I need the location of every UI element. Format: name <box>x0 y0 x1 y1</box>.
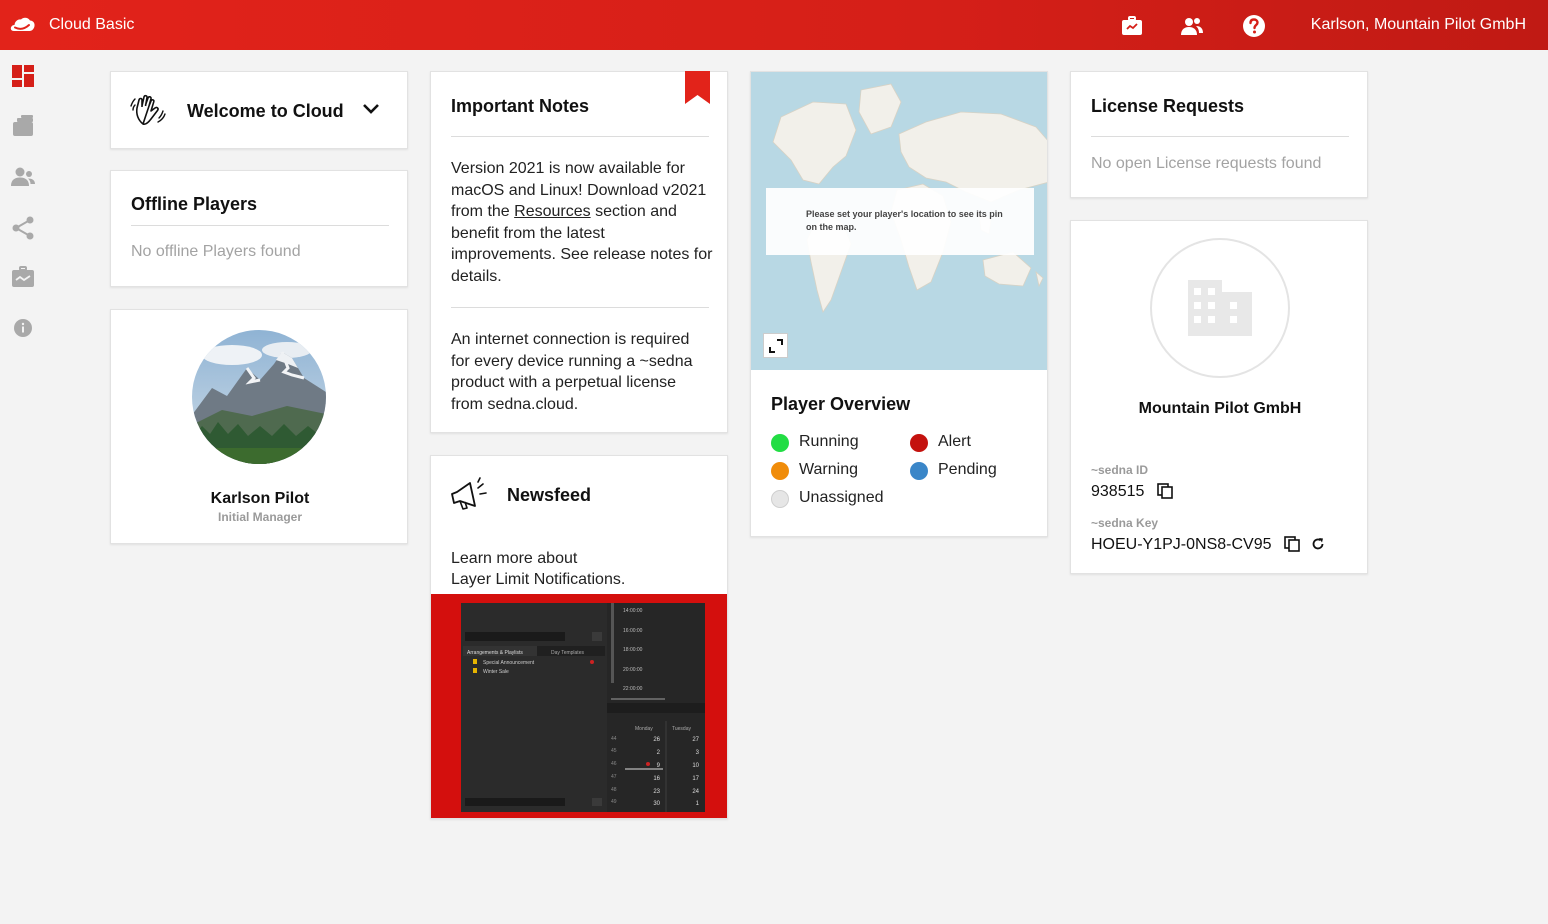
shot-date: 23 <box>653 789 660 795</box>
fullscreen-button[interactable] <box>763 333 788 358</box>
profile-name: Karlson Pilot <box>210 490 310 507</box>
status-dot-alert <box>910 434 928 452</box>
status-dot-unassigned <box>771 490 789 508</box>
divider <box>131 225 389 226</box>
briefcase-icon[interactable] <box>1120 14 1144 38</box>
help-icon[interactable] <box>1242 14 1266 38</box>
megaphone-icon <box>451 477 487 510</box>
app-screenshot: Arrangements & Playlists Day Templates S… <box>461 603 705 812</box>
shot-week: 48 <box>611 787 617 793</box>
shot-week: 46 <box>611 761 617 767</box>
sedna-key-value: HOEU-Y1PJ-0NS8-CV95 <box>1091 536 1272 553</box>
users-icon[interactable] <box>1180 14 1204 38</box>
license-requests-empty: No open License requests found <box>1091 155 1322 172</box>
resources-link[interactable]: Resources <box>514 203 590 220</box>
toolbox-icon[interactable] <box>11 265 35 289</box>
offline-players-card: Offline Players No offline Players found <box>110 170 408 287</box>
offline-players-empty: No offline Players found <box>131 243 301 260</box>
users-icon[interactable] <box>11 164 35 188</box>
bookmark-icon <box>685 71 710 104</box>
note-paragraph-1: Version 2021 is now available for macOS … <box>451 158 713 288</box>
player-overview-card: Please set your player's location to see… <box>750 71 1048 537</box>
shot-week: 47 <box>611 774 617 780</box>
important-notes-card: Important Notes Version 2021 is now avai… <box>430 71 728 433</box>
shot-date: 26 <box>653 737 660 743</box>
shot-date: 30 <box>653 801 660 807</box>
shot-week: 49 <box>611 799 617 805</box>
top-bar: Cloud Basic Karlson, Mountain Pilot GmbH <box>0 0 1548 50</box>
shot-item: Special Announcement <box>483 660 535 666</box>
status-dot-warning <box>771 462 789 480</box>
sedna-id-value: 938515 <box>1091 483 1145 500</box>
newsfeed-card[interactable]: Newsfeed Learn more about Layer Limit No… <box>430 455 728 819</box>
newsfeed-line-2: Layer Limit Notifications. <box>451 571 626 588</box>
shot-day: Tuesday <box>672 726 691 732</box>
offline-players-title: Offline Players <box>131 194 258 214</box>
shot-day: Monday <box>635 726 653 732</box>
profile-card: Karlson Pilot Initial Manager <box>110 309 408 544</box>
newsfeed-line-1: Learn more about <box>451 550 578 567</box>
legend-label: Alert <box>938 433 971 450</box>
copy-icon[interactable] <box>1284 536 1300 552</box>
divider <box>451 136 709 137</box>
license-requests-title: License Requests <box>1091 96 1245 116</box>
company-name: Mountain Pilot GmbH <box>1138 400 1302 417</box>
tab-arrangements: Arrangements & Playlists <box>467 650 523 656</box>
map-message-box: Please set your player's location to see… <box>766 188 1034 255</box>
shot-time: 20:00:00 <box>623 667 643 673</box>
expand-icon <box>769 339 783 353</box>
building-icon <box>1188 280 1252 336</box>
newsfeed-title: Newsfeed <box>507 485 592 505</box>
shot-time: 18:00:00 <box>623 647 643 653</box>
shot-week: 45 <box>611 748 617 754</box>
player-overview-title: Player Overview <box>771 394 911 414</box>
shot-week: 44 <box>611 736 617 742</box>
shot-item: Winter Sale <box>483 669 509 675</box>
shot-date: 10 <box>692 763 699 769</box>
info-icon[interactable] <box>11 316 35 340</box>
company-card: Mountain Pilot GmbH ~sedna ID 938515 ~se… <box>1070 220 1368 574</box>
app-title[interactable]: Cloud Basic <box>49 16 134 34</box>
license-requests-card: License Requests No open License request… <box>1070 71 1368 198</box>
shot-time: 16:00:00 <box>623 628 643 634</box>
shot-date: 27 <box>692 737 699 743</box>
user-menu[interactable]: Karlson, Mountain Pilot GmbH <box>1311 16 1526 34</box>
note-paragraph-2: An internet connection is required for e… <box>451 331 693 413</box>
map-message: Please set your player's location to see… <box>806 209 1003 232</box>
shot-time: 14:00:00 <box>623 608 643 614</box>
legend-label: Running <box>799 433 859 450</box>
shot-date: 24 <box>692 789 699 795</box>
copy-icon[interactable] <box>1157 483 1173 499</box>
avatar[interactable] <box>192 330 326 464</box>
dashboard-icon[interactable] <box>11 64 35 88</box>
refresh-icon[interactable] <box>1311 537 1325 551</box>
important-notes-title: Important Notes <box>451 96 590 116</box>
legend-label: Warning <box>799 461 858 478</box>
divider <box>451 307 709 308</box>
profile-role: Initial Manager <box>217 510 303 524</box>
legend-label: Unassigned <box>799 489 884 506</box>
chevron-down-icon[interactable] <box>363 102 379 116</box>
divider <box>1091 136 1349 137</box>
shot-date: 16 <box>653 776 660 782</box>
status-dot-running <box>771 434 789 452</box>
shot-date: 17 <box>692 776 699 782</box>
shot-time: 22:00:00 <box>623 686 643 692</box>
welcome-title: Welcome to Cloud <box>187 101 344 121</box>
status-dot-pending <box>910 462 928 480</box>
newsfeed-image[interactable]: Arrangements & Playlists Day Templates S… <box>431 594 727 818</box>
tab-day-templates: Day Templates <box>551 650 584 656</box>
share-icon[interactable] <box>11 216 35 240</box>
sedna-key-label: ~sedna Key <box>1091 516 1159 530</box>
welcome-card[interactable]: Welcome to Cloud <box>110 71 408 149</box>
media-icon[interactable] <box>11 114 35 138</box>
cloud-logo-icon[interactable] <box>10 13 36 37</box>
legend-label: Pending <box>938 461 997 478</box>
sedna-id-label: ~sedna ID <box>1091 463 1149 477</box>
company-logo[interactable] <box>1150 238 1290 378</box>
waving-hand-icon <box>130 94 166 126</box>
